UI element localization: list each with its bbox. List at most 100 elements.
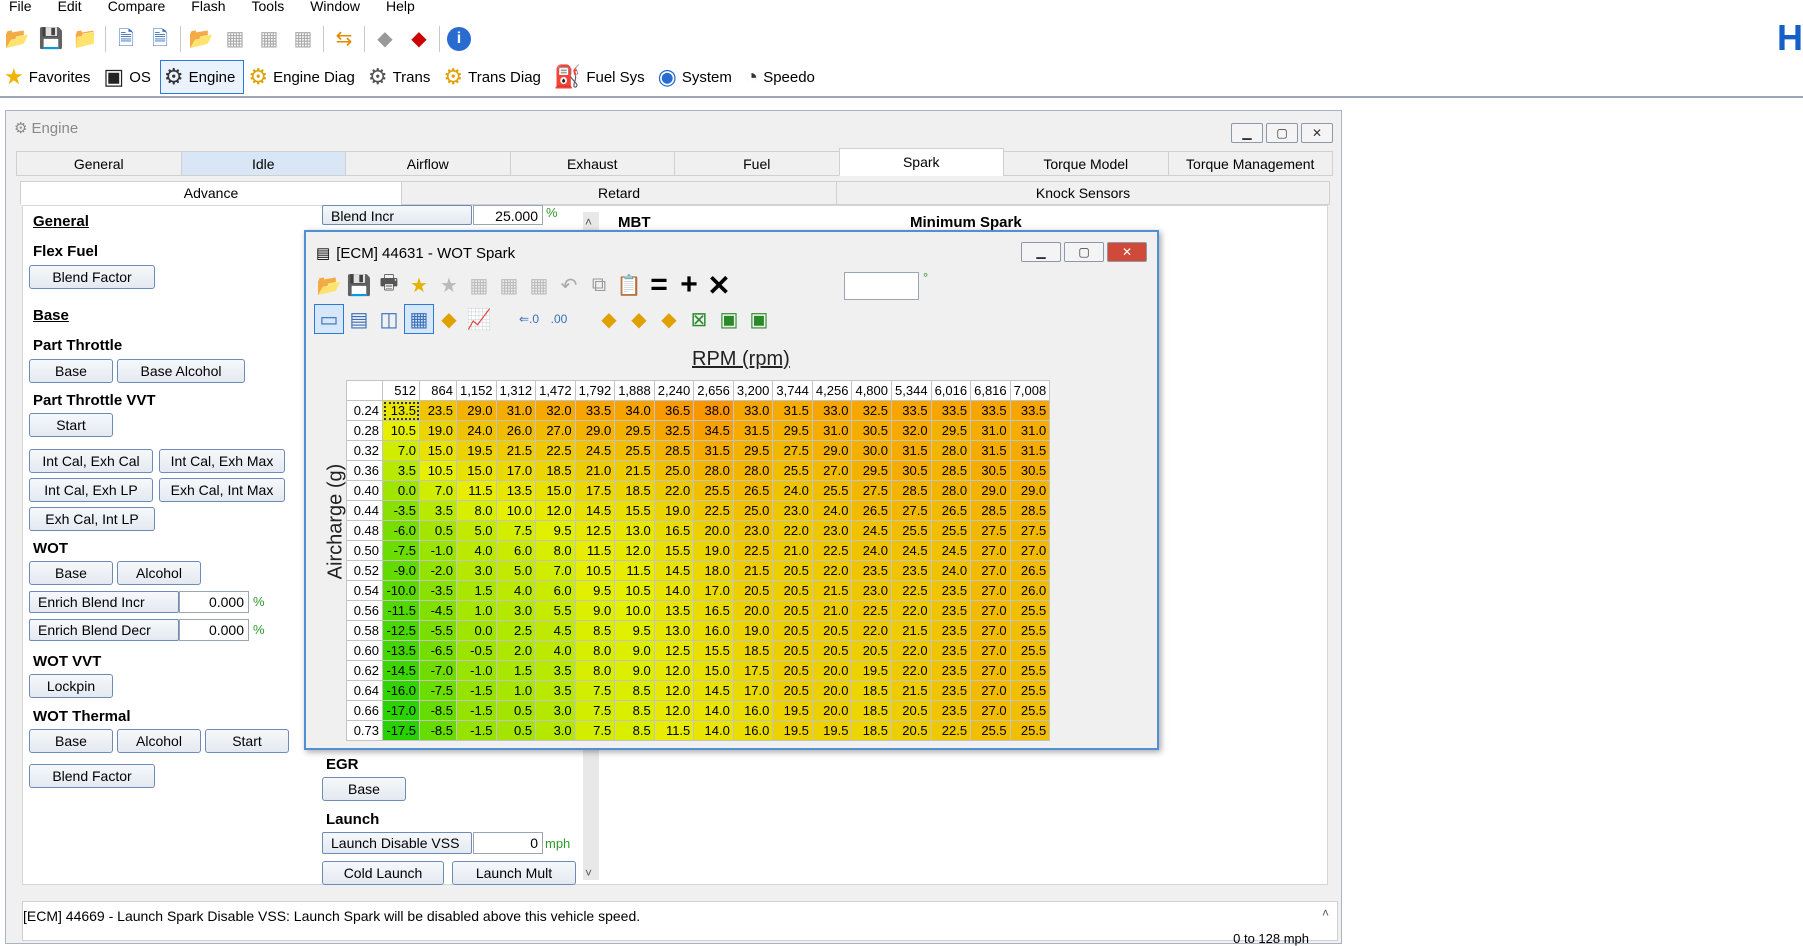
wot-spark-table[interactable]: 512 864 1,152 1,312 1,472 1,792 1,888 2,240 2,65… (346, 380, 1051, 741)
wt-base-button[interactable]: Base (29, 729, 113, 753)
multiply-icon[interactable]: ✕ (704, 270, 734, 301)
menu-edit[interactable]: Edit (46, 0, 96, 13)
table-cell[interactable]: 22.5 (693, 500, 734, 521)
wot-base-button[interactable]: Base (29, 561, 113, 585)
table-cell[interactable]: 18.5 (851, 680, 893, 701)
table-cell[interactable]: 24.5 (574, 440, 616, 461)
flash-icon[interactable]: ◆ (406, 26, 432, 52)
table-cell[interactable]: 21.5 (811, 580, 853, 601)
table-cell[interactable]: 27.0 (811, 460, 853, 481)
table-cell[interactable]: 32.5 (851, 400, 893, 421)
tab-general[interactable]: General (16, 151, 182, 176)
table-cell[interactable]: 28.0 (732, 460, 774, 481)
row-header[interactable]: 0.44 (346, 500, 383, 521)
table-cell[interactable]: -4.5 (419, 600, 457, 621)
table-cell[interactable]: 1.0 (456, 600, 497, 621)
table-cell[interactable]: 4.0 (456, 540, 497, 561)
tab-torque-model[interactable]: Torque Model (1003, 151, 1169, 176)
table-cell[interactable]: 14.5 (574, 500, 616, 521)
graph-icon[interactable]: 📈 (464, 304, 494, 334)
table-cell[interactable]: 24.5 (891, 540, 932, 561)
table-cell[interactable]: 32.5 (653, 420, 695, 441)
table-cell[interactable]: 20.5 (811, 620, 853, 641)
table-icon[interactable]: ▦ (494, 270, 524, 300)
paste-icon[interactable]: 📋 (614, 270, 644, 300)
menu-compare[interactable]: Compare (96, 0, 180, 13)
table-cell[interactable]: 14.0 (693, 720, 734, 741)
plus-icon[interactable]: + (674, 268, 704, 301)
table-cell[interactable]: -8.5 (419, 720, 457, 741)
table-cell[interactable]: 2.5 (495, 620, 537, 641)
table-cell[interactable]: 0.5 (495, 700, 537, 721)
eraser-icon[interactable]: ◆ (372, 26, 398, 52)
print-icon[interactable]: 🖶 (374, 270, 404, 300)
table-cell[interactable]: -1.5 (456, 680, 497, 701)
column-header[interactable]: 6,816 (970, 380, 1011, 401)
table-cell[interactable]: 27.5 (970, 520, 1011, 541)
table-cell[interactable]: 25.5 (1009, 660, 1051, 681)
table-cell[interactable]: 20.0 (811, 680, 853, 701)
table-cell[interactable]: 31.5 (693, 440, 734, 461)
file-info-icon[interactable]: 🗎 (113, 26, 139, 52)
table-cell[interactable]: 17.0 (495, 460, 537, 481)
table-cell[interactable]: 7.5 (574, 700, 616, 721)
table-cell[interactable]: 23.0 (851, 580, 893, 601)
lockpin-button[interactable]: Lockpin (29, 674, 113, 698)
table-cell[interactable]: 14.5 (653, 560, 695, 581)
table-cell[interactable]: 13.5 (495, 480, 537, 501)
table-cell[interactable]: 20.5 (891, 720, 932, 741)
table-cell[interactable]: -6.5 (419, 640, 457, 661)
table-cell[interactable]: 23.0 (732, 520, 774, 541)
nav-engine-diag[interactable]: ⚙ Engine Diag (244, 60, 363, 94)
table-cell[interactable]: 27.0 (970, 640, 1011, 661)
table-cell[interactable]: 19.5 (811, 720, 853, 741)
table-cell[interactable]: 9.5 (574, 580, 616, 601)
table-cell[interactable]: 23.5 (930, 700, 972, 721)
menu-file[interactable]: File (0, 0, 46, 13)
table-cell[interactable]: 22.0 (772, 520, 813, 541)
table-cell[interactable]: 3.0 (535, 700, 576, 721)
column-header[interactable]: 4,800 (851, 380, 893, 401)
table-cell[interactable]: -7.5 (382, 540, 420, 561)
table-cell[interactable]: 15.0 (693, 660, 734, 681)
table-cell[interactable]: 29.0 (574, 420, 616, 441)
table-cell[interactable]: 25.5 (1009, 620, 1051, 641)
info-icon[interactable]: i (447, 27, 471, 51)
table-cell[interactable]: -6.0 (382, 520, 420, 541)
menu-tools[interactable]: Tools (240, 0, 299, 13)
table-cell[interactable]: 31.5 (732, 420, 774, 441)
table-cell[interactable]: 33.0 (732, 400, 774, 421)
row-header[interactable]: 0.50 (346, 540, 383, 561)
table-cell[interactable]: 33.5 (891, 400, 932, 421)
close-button[interactable]: ✕ (1301, 123, 1333, 143)
table-cell[interactable]: 27.0 (535, 420, 576, 441)
table-cell[interactable]: 25.5 (772, 460, 813, 481)
row-header[interactable]: 0.40 (346, 480, 383, 501)
table-cell[interactable]: 38.0 (693, 400, 734, 421)
interpolate-v-icon[interactable]: ◆ (654, 304, 684, 334)
table-cell[interactable]: 21.0 (811, 600, 853, 621)
table-cell[interactable]: 5.5 (535, 600, 576, 621)
scroll-up-icon[interactable]: ˄ (1322, 906, 1329, 920)
table-cell[interactable]: 15.5 (653, 540, 695, 561)
table-cell[interactable]: 20.5 (772, 580, 813, 601)
table-view-icon[interactable]: ▭ (314, 304, 344, 334)
pt-base-alcohol-button[interactable]: Base Alcohol (117, 359, 245, 383)
table-cell[interactable]: 18.5 (535, 460, 576, 481)
table-cell[interactable]: 25.5 (891, 520, 932, 541)
subtab-advance[interactable]: Advance (20, 181, 402, 205)
table-cell[interactable]: 32.0 (535, 400, 576, 421)
table-cell[interactable]: 25.0 (732, 500, 774, 521)
table-cell[interactable]: 18.5 (732, 640, 774, 661)
table-cell[interactable]: 22.0 (891, 640, 932, 661)
int-cal-exh-max-button[interactable]: Int Cal, Exh Max (159, 449, 285, 473)
table-cell[interactable]: 20.5 (772, 660, 813, 681)
table-cell[interactable]: 33.5 (930, 400, 972, 421)
surface-3d-icon[interactable]: ◆ (434, 304, 464, 334)
table-cell[interactable]: 27.0 (970, 560, 1011, 581)
nav-engine[interactable]: ⚙ Engine (159, 60, 245, 94)
table-cell[interactable]: 27.0 (1009, 540, 1051, 561)
int-cal-exh-cal-button[interactable]: Int Cal, Exh Cal (29, 449, 153, 473)
table-cell[interactable]: 20.5 (891, 700, 932, 721)
table-cell[interactable]: 11.5 (614, 560, 655, 581)
